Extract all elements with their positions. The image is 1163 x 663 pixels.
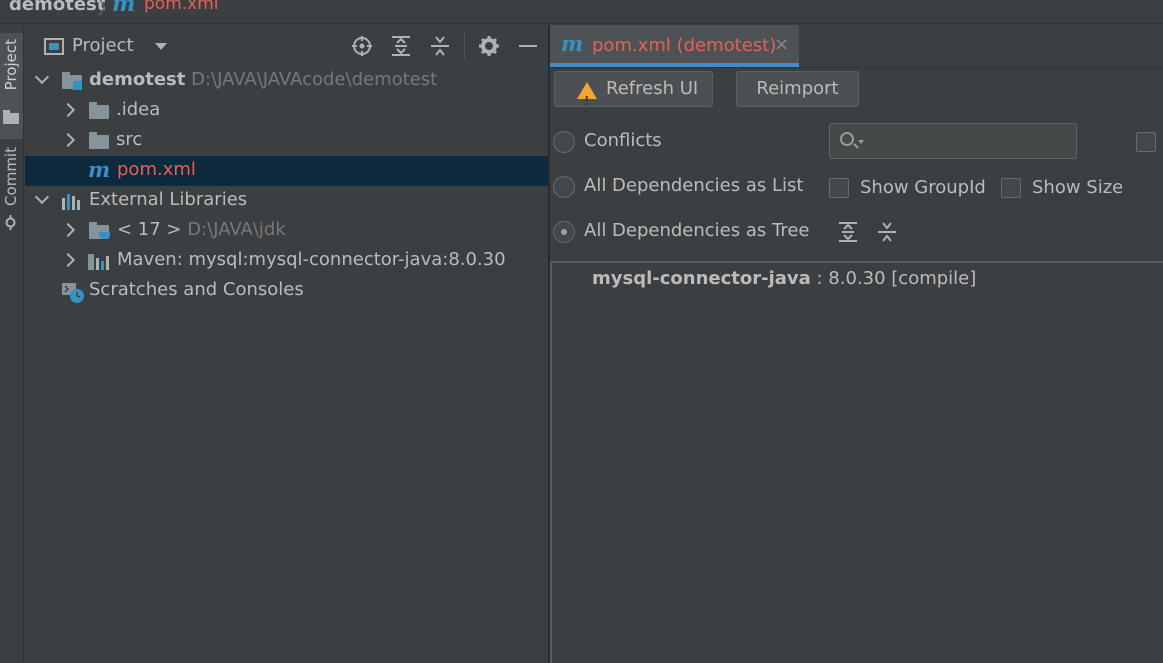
search-input[interactable] — [829, 123, 1077, 159]
scratches-icon — [62, 283, 84, 303]
chevron-down-icon[interactable] — [155, 43, 167, 50]
radio-conflicts-button[interactable] — [553, 131, 575, 153]
tree-label-external-libraries: External Libraries — [89, 189, 248, 210]
locate-icon[interactable] — [351, 35, 373, 57]
commit-icon — [5, 215, 16, 230]
dependency-tree: mysql-connector-java : 8.0.30 [compile] — [550, 261, 1163, 663]
warning-icon — [577, 82, 597, 118]
project-view-icon — [44, 38, 64, 55]
project-view-title[interactable]: Project — [72, 35, 134, 56]
show-size-option[interactable]: Show Size — [1001, 177, 1141, 200]
radio-conflicts-label: Conflicts — [584, 130, 662, 151]
expand-all-icon[interactable] — [390, 35, 412, 57]
show-size-label: Show Size — [1032, 177, 1124, 198]
tree-row-idea[interactable]: .idea — [25, 96, 548, 126]
breadcrumb: demotest 〉 m pom.xml — [0, 0, 1163, 24]
tree-label-src: src — [116, 129, 143, 150]
chevron-right-icon[interactable] — [60, 132, 76, 148]
radio-list-button[interactable] — [553, 176, 575, 198]
tree-label-maven-library: Maven: mysql:mysql-connector-java:8.0.30 — [117, 249, 506, 270]
refresh-ui-button[interactable]: Refresh UI — [554, 71, 713, 118]
show-groupid-label: Show GroupId — [860, 177, 986, 198]
gear-icon[interactable] — [478, 35, 500, 57]
tree-row-pom[interactable]: m pom.xml — [25, 156, 548, 186]
tree-label-pom: pom.xml — [117, 159, 196, 180]
refresh-ui-label: Refresh UI — [606, 78, 699, 99]
close-icon[interactable]: × — [774, 34, 789, 55]
chevron-right-icon[interactable] — [60, 252, 76, 268]
dependency-row[interactable]: mysql-connector-java : 8.0.30 [compile] — [592, 268, 976, 289]
show-groupid-checkbox[interactable] — [829, 178, 849, 198]
tree-row-jdk[interactable]: < 17 > D:\JAVA\jdk — [25, 216, 548, 246]
tree-row-scratches[interactable]: Scratches and Consoles — [25, 276, 548, 306]
editor-tab-label: pom.xml (demotest) — [592, 35, 777, 56]
libraries-icon — [62, 194, 84, 210]
breadcrumb-file[interactable]: pom.xml — [144, 0, 219, 14]
search-option-checkbox[interactable] — [1136, 132, 1156, 152]
tree-label-demotest: demotest — [89, 69, 186, 90]
project-panel-header: Project — [25, 25, 548, 67]
module-folder-icon — [62, 72, 82, 90]
folder-icon — [89, 132, 109, 149]
chevron-down-icon[interactable] — [34, 189, 50, 205]
maven-icon: m — [112, 0, 136, 17]
folder-icon — [3, 110, 19, 124]
dependency-name: mysql-connector-java — [592, 268, 811, 289]
radio-tree-label: All Dependencies as Tree — [584, 220, 810, 241]
library-icon — [88, 254, 110, 270]
tree-label-idea: .idea — [116, 99, 161, 120]
editor-area: m pom.xml (demotest) × Refresh UI Reimpo… — [550, 25, 1163, 663]
collapse-all-icon[interactable] — [876, 221, 898, 243]
folder-icon — [89, 102, 109, 119]
collapse-all-icon[interactable] — [429, 35, 451, 57]
tree-row-src[interactable]: src — [25, 126, 548, 156]
tree-label-jdk: < 17 > — [117, 219, 182, 240]
tab-strip-border — [550, 67, 1163, 68]
editor-tab-pom[interactable]: m pom.xml (demotest) × — [550, 25, 799, 67]
tree-row-demotest[interactable]: demotest D:\JAVA\JAVAcode\demotest — [25, 66, 548, 96]
stripe-commit-label: Commit — [2, 147, 20, 206]
radio-list[interactable]: All Dependencies as List — [550, 175, 810, 198]
tree-path-jdk: D:\JAVA\jdk — [187, 219, 286, 240]
jdk-folder-icon — [89, 222, 110, 239]
dependency-detail: : 8.0.30 [compile] — [810, 268, 977, 289]
stripe-commit-button[interactable]: Commit — [0, 143, 23, 243]
radio-conflicts[interactable]: Conflicts — [550, 130, 810, 153]
show-groupid-option[interactable]: Show GroupId — [829, 177, 989, 200]
chevron-down-icon[interactable] — [858, 140, 864, 144]
maven-icon: m — [561, 31, 584, 56]
maven-icon: m — [88, 157, 111, 182]
tool-window-stripe: Project Commit — [0, 25, 24, 663]
show-size-checkbox[interactable] — [1001, 178, 1021, 198]
chevron-down-icon[interactable] — [34, 69, 50, 85]
radio-tree-button[interactable] — [553, 221, 575, 243]
stripe-project-label: Project — [2, 39, 20, 91]
chevron-right-icon[interactable] — [60, 222, 76, 238]
tree-row-maven-library[interactable]: Maven: mysql:mysql-connector-java:8.0.30 — [25, 246, 548, 276]
tree-label-scratches: Scratches and Consoles — [89, 279, 304, 300]
tree-path-demotest: D:\JAVA\JAVAcode\demotest — [191, 69, 438, 90]
minimize-icon[interactable] — [517, 35, 539, 57]
project-panel: Project demotest D:\JAVA\JAVAcode\demote… — [25, 25, 548, 663]
stripe-project-button[interactable]: Project — [0, 33, 23, 139]
breadcrumb-project[interactable]: demotest — [9, 0, 105, 15]
tree-row-external-libraries[interactable]: External Libraries — [25, 186, 548, 216]
reimport-button[interactable]: Reimport — [736, 71, 859, 107]
radio-tree[interactable]: All Dependencies as Tree — [550, 220, 810, 243]
expand-all-icon[interactable] — [837, 221, 859, 243]
radio-list-label: All Dependencies as List — [584, 175, 804, 196]
search-icon — [840, 132, 854, 146]
toolbar-separator — [464, 33, 465, 59]
chevron-right-icon[interactable] — [60, 102, 76, 118]
